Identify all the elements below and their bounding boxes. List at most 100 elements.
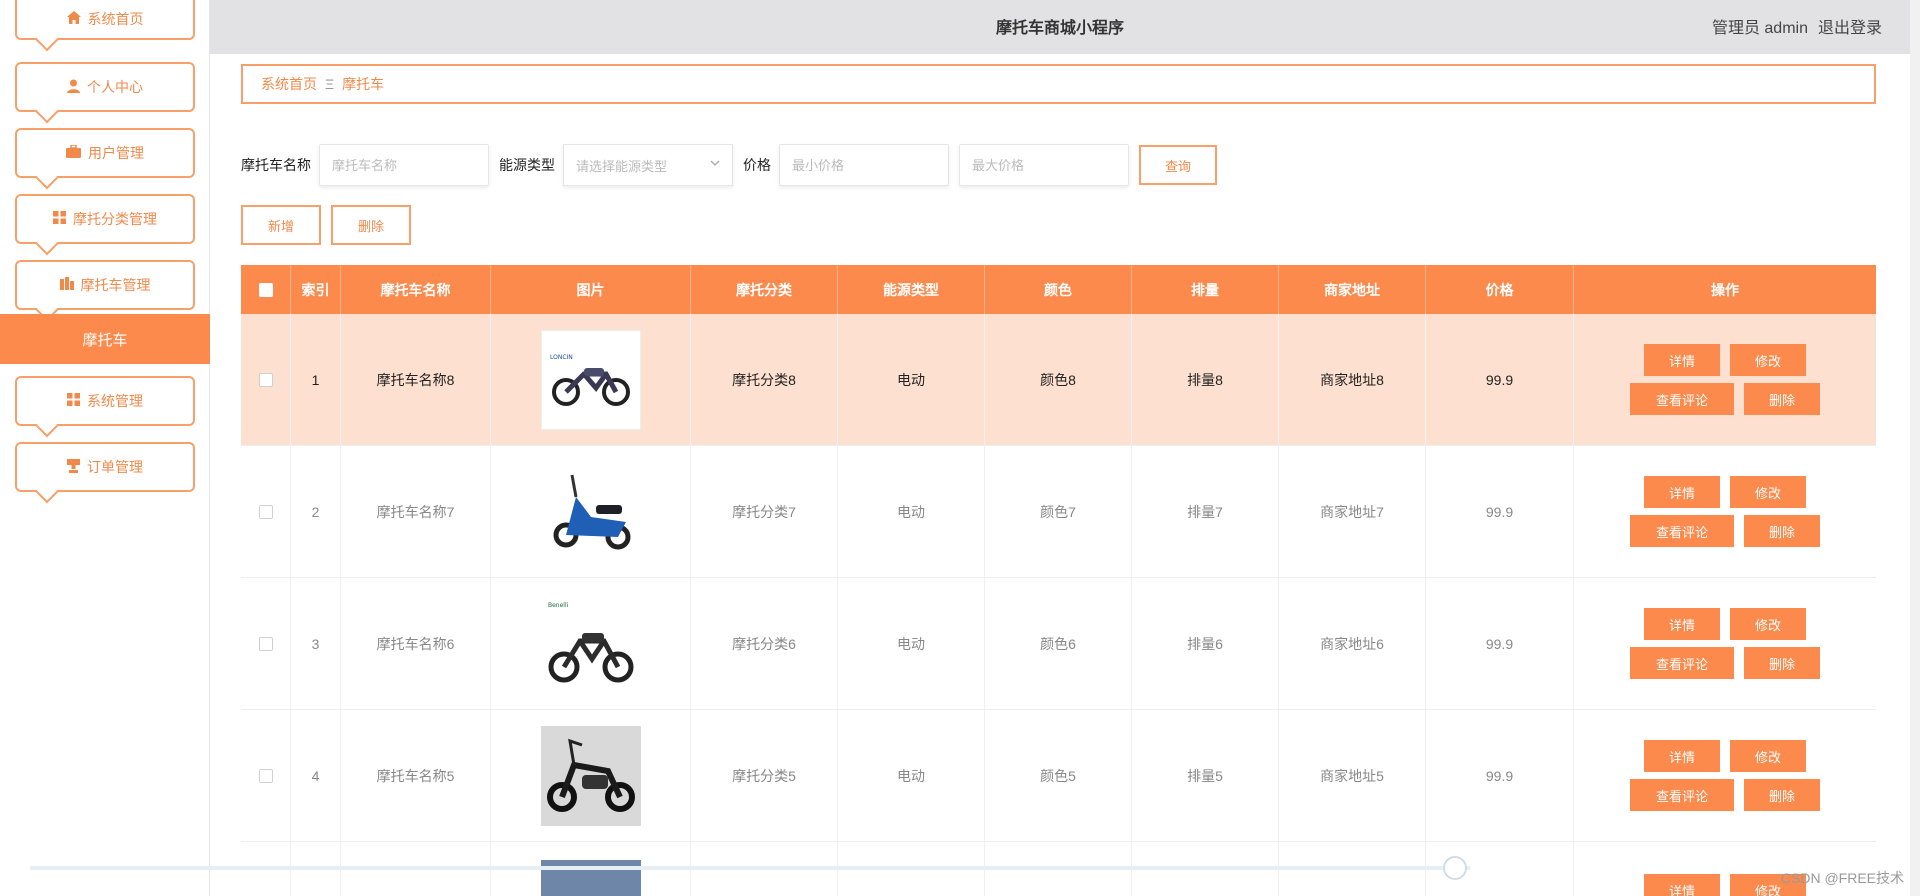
building-icon: [59, 277, 74, 293]
name-search-input[interactable]: [319, 144, 489, 186]
price-filter-label: 价格: [743, 157, 771, 173]
briefcase-icon: [66, 144, 81, 161]
table-row[interactable]: 3 摩托车名称6 Benelli 摩托分类6 电动 颜色6 排量6 商家地址6 …: [241, 578, 1876, 710]
row-price: 99.9: [1426, 314, 1574, 445]
row-checkbox[interactable]: [258, 372, 273, 387]
delete-button[interactable]: 删除: [1744, 647, 1820, 679]
table-header: 索引 摩托车名称 图片 摩托分类 能源类型 颜色 排量 商家地址 价格 操作: [241, 265, 1876, 314]
scrollbar-handle[interactable]: [1443, 856, 1467, 880]
breadcrumb: 系统首页 Ξ 摩托车: [241, 64, 1876, 104]
delete-button[interactable]: 删除: [1744, 515, 1820, 547]
row-checkbox[interactable]: [258, 636, 273, 651]
table-row[interactable]: 2 摩托车名称7 摩托分类7 电动 颜色7 排量7 商家地址7 99.9 详情 …: [241, 446, 1876, 578]
row-energy: 电动: [838, 710, 985, 841]
sidebar-item-home[interactable]: 系统首页: [15, 0, 195, 40]
row-index: 3: [291, 578, 341, 709]
row-category: 摩托分类8: [691, 314, 838, 445]
row-operations: 详情 修改 查看评论 删除: [1630, 608, 1820, 679]
select-all-checkbox[interactable]: [258, 282, 273, 297]
row-checkbox[interactable]: [258, 768, 273, 783]
motorcycle-image: [540, 725, 641, 826]
sidebar-subitem-motorcycle-active[interactable]: 摩托车: [0, 314, 210, 364]
row-checkbox[interactable]: [258, 504, 273, 519]
breadcrumb-separator: Ξ: [325, 76, 335, 92]
sidebar-item-category[interactable]: 摩托分类管理: [15, 194, 195, 244]
edit-button[interactable]: 修改: [1730, 608, 1806, 640]
view-comments-button[interactable]: 查看评论: [1630, 515, 1734, 547]
app-title: 摩托车商城小程序: [995, 20, 1124, 37]
detail-button[interactable]: 详情: [1644, 874, 1720, 896]
detail-button[interactable]: 详情: [1644, 344, 1720, 376]
stamp-icon: [67, 458, 80, 476]
chevron-down-icon: [710, 157, 720, 171]
sidebar-item-label: 系统管理: [87, 393, 143, 409]
sidebar-subitem-label: 摩托车: [82, 331, 128, 349]
breadcrumb-current: 摩托车: [342, 76, 385, 92]
view-comments-button[interactable]: 查看评论: [1630, 647, 1734, 679]
view-comments-button[interactable]: 查看评论: [1630, 383, 1734, 415]
watermark: CSDN @FREE技术: [1780, 870, 1904, 886]
max-price-input[interactable]: [959, 144, 1129, 186]
detail-button[interactable]: 详情: [1644, 476, 1720, 508]
energy-type-select[interactable]: 请选择能源类型: [563, 144, 733, 186]
add-button[interactable]: 新增: [241, 205, 321, 245]
query-button[interactable]: 查询: [1139, 145, 1217, 185]
edit-button[interactable]: 修改: [1730, 740, 1806, 772]
delete-button[interactable]: 删除: [1744, 779, 1820, 811]
min-price-input[interactable]: [779, 144, 949, 186]
column-header: 索引: [291, 265, 341, 314]
sidebar-item-system[interactable]: 系统管理: [15, 376, 195, 426]
column-header: 摩托分类: [691, 265, 838, 314]
column-header: 商家地址: [1279, 265, 1426, 314]
row-displacement: 排量8: [1132, 314, 1279, 445]
grid-icon: [67, 393, 80, 409]
view-comments-button[interactable]: 查看评论: [1630, 779, 1734, 811]
motorcycle-image: [540, 461, 641, 562]
vertical-scrollbar[interactable]: [1910, 0, 1920, 896]
row-index: 2: [291, 446, 341, 577]
row-address: 商家地址7: [1279, 446, 1426, 577]
row-address: 商家地址6: [1279, 578, 1426, 709]
row-operations: 详情 修改 查看评论 删除: [1630, 476, 1820, 547]
column-header: 价格: [1426, 265, 1574, 314]
row-price: 99.9: [1426, 578, 1574, 709]
row-energy: 电动: [838, 578, 985, 709]
name-filter-label: 摩托车名称: [241, 157, 311, 173]
sidebar-item-orders[interactable]: 订单管理: [15, 442, 195, 492]
sidebar-item-profile[interactable]: 个人中心: [15, 62, 195, 112]
row-category: 摩托分类7: [691, 446, 838, 577]
edit-button[interactable]: 修改: [1730, 344, 1806, 376]
sidebar-item-users[interactable]: 用户管理: [15, 128, 195, 178]
detail-button[interactable]: 详情: [1644, 608, 1720, 640]
app-root: 系统首页 个人中心 用户管理 摩托分类管理 摩托车管理 摩托车 系统管理 订单管…: [0, 0, 1920, 896]
svg-text:Benelli: Benelli: [548, 602, 569, 609]
table-row[interactable]: 1 摩托车名称8 LONCIN 摩托分类8 电动 颜色8 排量8 商家地址8 9…: [241, 314, 1876, 446]
row-category: 摩托分类5: [691, 710, 838, 841]
column-header: 图片: [491, 265, 691, 314]
motorcycle-image: Benelli: [540, 593, 641, 694]
batch-delete-button[interactable]: 删除: [331, 205, 411, 245]
sidebar-item-label: 系统首页: [87, 11, 144, 27]
delete-button[interactable]: 删除: [1744, 383, 1820, 415]
top-header: 摩托车商城小程序 管理员 admin 退出登录: [210, 0, 1910, 54]
row-energy: 电动: [838, 314, 985, 445]
row-index: 1: [291, 314, 341, 445]
detail-button[interactable]: 详情: [1644, 740, 1720, 772]
table-row[interactable]: 4 摩托车名称5 摩托分类5 电动 颜色5 排量5 商家地址5 99.9 详情 …: [241, 710, 1876, 842]
row-displacement: 排量6: [1132, 578, 1279, 709]
logout-link[interactable]: 退出登录: [1818, 14, 1882, 38]
search-filters: 摩托车名称 能源类型 请选择能源类型 价格 查询: [241, 144, 1217, 186]
edit-button[interactable]: 修改: [1730, 476, 1806, 508]
energy-select-placeholder: 请选择能源类型: [576, 158, 668, 174]
user-icon: [67, 79, 80, 96]
select-all-cell: [241, 265, 291, 314]
horizontal-scrollbar[interactable]: [30, 866, 1470, 870]
row-operations: 详情 修改 查看评论 删除: [1630, 344, 1820, 415]
breadcrumb-home[interactable]: 系统首页: [261, 74, 317, 94]
current-user: 管理员 admin: [1711, 20, 1808, 37]
home-icon: [66, 11, 81, 27]
column-header: 排量: [1132, 265, 1279, 314]
sidebar-item-motorcycles[interactable]: 摩托车管理: [15, 260, 195, 310]
grid-icon: [53, 211, 66, 227]
row-price: 99.9: [1426, 710, 1574, 841]
